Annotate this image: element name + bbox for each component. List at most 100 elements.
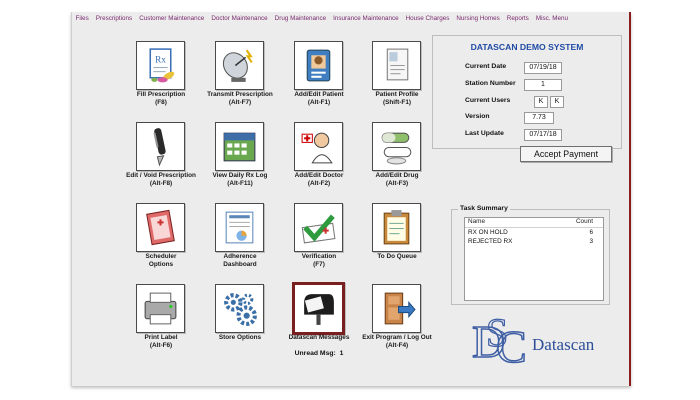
calendar-icon: [215, 122, 264, 171]
menu-insurance-maintenance[interactable]: Insurance Maintenance: [330, 15, 402, 22]
add-edit-doctor-button[interactable]: Add/Edit Doctor (Alt-F2): [284, 122, 354, 202]
exit-program-button[interactable]: Exit Program / Log Out (Alt-F4): [362, 284, 432, 364]
tile-label: Patient Profile: [375, 91, 419, 98]
menu-misc[interactable]: Misc. Menu: [532, 15, 571, 22]
tile-label: Exit Program / Log Out: [362, 334, 432, 341]
exit-door-icon: [372, 284, 421, 333]
task-summary-panel: Task Summary Name Count RX ON HOLD 6 REJ…: [451, 205, 610, 305]
task-summary-title: Task Summary: [458, 205, 510, 212]
logo-letter-c: C: [496, 321, 527, 370]
tile-label: Fill Prescription: [136, 91, 186, 98]
tile-shortcut: (Alt-F3): [385, 180, 409, 187]
transmit-prescription-button[interactable]: Transmit Prescription (Alt-F7): [205, 41, 275, 121]
tile-shortcut: (Alt-F11): [227, 180, 253, 187]
table-header: Name Count: [465, 218, 603, 228]
tile-label: Edit / Void Prescription: [126, 172, 196, 179]
pen-icon: [136, 122, 185, 171]
clipboard-icon: [372, 203, 421, 252]
tile-label: Scheduler: [145, 253, 177, 260]
tile-label: To Do Queue: [377, 253, 417, 260]
printer-icon: [136, 284, 185, 333]
tile-shortcut: Options: [148, 261, 174, 268]
task-count: 3: [589, 238, 593, 245]
unread-count: 1: [339, 350, 344, 357]
verification-icon: [294, 203, 343, 252]
main-window: Files Prescriptions Customer Maintenance…: [71, 12, 631, 386]
pills-icon: [372, 122, 421, 171]
accept-payment-button[interactable]: Accept Payment: [520, 146, 612, 162]
unread-label: Unread Msg:: [294, 350, 336, 357]
tile-shortcut: (F7): [313, 261, 325, 268]
task-summary-table[interactable]: Name Count RX ON HOLD 6 REJECTED RX 3: [464, 217, 604, 301]
tile-shortcut: (F8): [155, 99, 167, 106]
last-update-value: 07/17/18: [524, 129, 562, 141]
column-count-header[interactable]: Count: [576, 218, 593, 225]
verification-button[interactable]: Verification (F7): [284, 203, 354, 283]
doctor-icon: [294, 122, 343, 171]
table-row[interactable]: REJECTED RX 3: [465, 238, 603, 247]
svg-text:Rx: Rx: [155, 54, 166, 64]
tile-label: Store Options: [218, 334, 262, 341]
fill-prescription-button[interactable]: Rx Fill Prescription (F8): [126, 41, 196, 121]
menu-customer-maintenance[interactable]: Customer Maintenance: [136, 15, 208, 22]
tile-label: Add/Edit Drug: [375, 172, 419, 179]
system-info-panel: DATASCAN DEMO SYSTEM Current Date 07/19/…: [432, 35, 622, 149]
satellite-dish-icon: [215, 41, 264, 90]
print-label-button[interactable]: Print Label (Alt-F6): [126, 284, 196, 364]
scheduler-options-button[interactable]: Scheduler Options: [126, 203, 196, 283]
current-user-2: K: [550, 96, 564, 108]
patient-badge-icon: [294, 41, 343, 90]
current-user-1: K: [534, 96, 548, 108]
current-date-value: 07/19/18: [524, 62, 562, 74]
tile-shortcut: (Shift-F1): [382, 99, 412, 106]
system-title: DATASCAN DEMO SYSTEM: [470, 42, 584, 52]
menu-house-charges[interactable]: House Charges: [402, 15, 453, 22]
tile-label: Add/Edit Patient: [294, 91, 344, 98]
datascan-messages-button[interactable]: Datascan Messages Unread Msg: 1: [284, 282, 354, 364]
tile-shortcut: (Alt-F6): [149, 342, 173, 349]
patient-profile-icon: [372, 41, 421, 90]
tile-shortcut: (Alt-F4): [385, 342, 409, 349]
menu-nursing-homes[interactable]: Nursing Homes: [453, 15, 503, 22]
task-name: RX ON HOLD: [468, 229, 508, 236]
tile-label: Print Label: [144, 334, 178, 341]
menu-files[interactable]: Files: [72, 15, 92, 22]
tile-shortcut: (Alt-F1): [307, 99, 331, 106]
patient-profile-button[interactable]: Patient Profile (Shift-F1): [362, 41, 432, 121]
tile-shortcut: (Alt-F7): [228, 99, 252, 106]
gears-icon: [215, 284, 264, 333]
menu-prescriptions[interactable]: Prescriptions: [92, 15, 135, 22]
version-label: Version: [465, 113, 490, 120]
tile-label: Datascan Messages: [288, 334, 350, 341]
column-name-header[interactable]: Name: [468, 218, 485, 225]
table-row[interactable]: RX ON HOLD 6: [465, 229, 603, 238]
add-edit-patient-button[interactable]: Add/Edit Patient (Alt-F1): [284, 41, 354, 121]
edit-void-prescription-button[interactable]: Edit / Void Prescription (Alt-F8): [126, 122, 196, 202]
station-number-value: 1: [524, 79, 562, 91]
version-value: 7.73: [524, 112, 554, 124]
scheduler-book-icon: [136, 203, 185, 252]
menu-doctor-maintenance[interactable]: Doctor Maintenance: [208, 15, 271, 22]
station-number-label: Station Number: [465, 80, 516, 87]
task-name: REJECTED RX: [468, 238, 513, 245]
tile-label: View Daily Rx Log: [212, 172, 268, 179]
tile-label: Verification: [301, 253, 337, 260]
mailbox-icon: [292, 282, 345, 335]
current-users-label: Current Users: [465, 97, 511, 104]
tile-label: Add/Edit Doctor: [294, 172, 344, 179]
to-do-queue-button[interactable]: To Do Queue: [362, 203, 432, 283]
datascan-logo: D S C Datascan: [471, 309, 595, 370]
menu-reports[interactable]: Reports: [503, 15, 532, 22]
view-daily-rx-log-button[interactable]: View Daily Rx Log (Alt-F11): [205, 122, 275, 202]
task-count: 6: [589, 229, 593, 236]
adherence-dashboard-button[interactable]: Adherence Dashboard: [205, 203, 275, 283]
menu-drug-maintenance[interactable]: Drug Maintenance: [271, 15, 329, 22]
last-update-label: Last Update: [465, 130, 504, 137]
dashboard-icon: [215, 203, 264, 252]
tile-label: Transmit Prescription: [207, 91, 273, 98]
store-options-button[interactable]: Store Options: [205, 284, 275, 364]
add-edit-drug-button[interactable]: Add/Edit Drug (Alt-F3): [362, 122, 432, 202]
tile-shortcut: Dashboard: [223, 261, 257, 268]
logo-brand-text: Datascan: [532, 335, 595, 354]
menu-bar: Files Prescriptions Customer Maintenance…: [72, 12, 629, 25]
